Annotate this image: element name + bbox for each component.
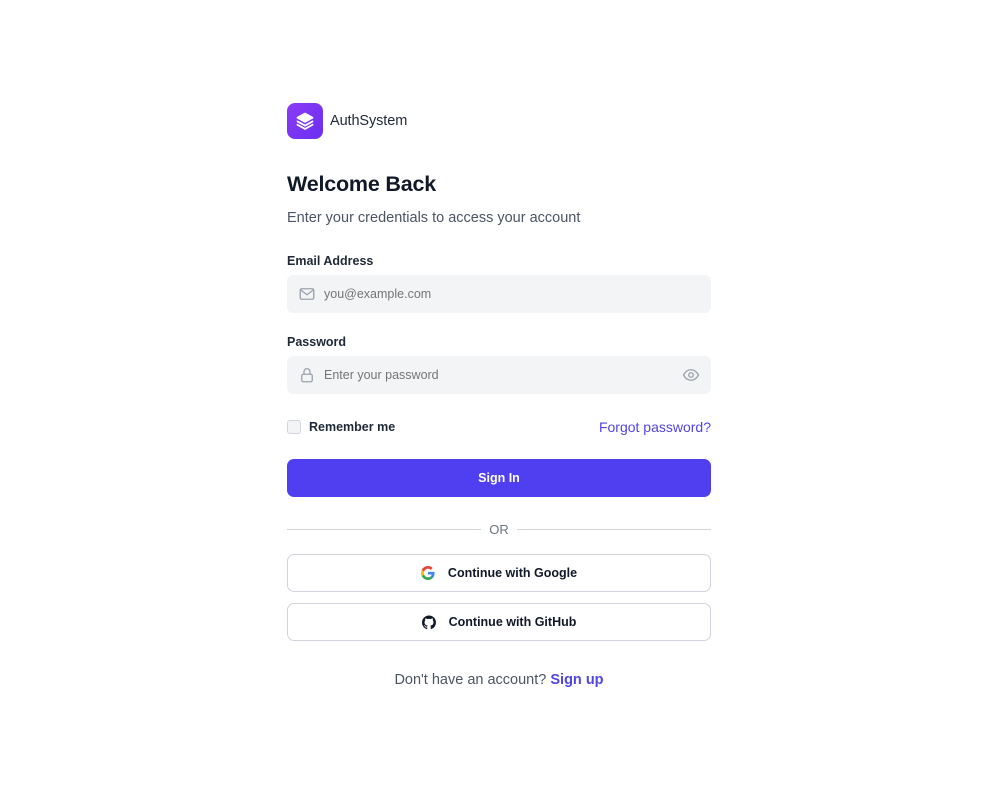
signup-prompt: Don't have an account? Sign up xyxy=(287,672,711,688)
continue-with-github-button[interactable]: Continue with GitHub xyxy=(287,603,711,641)
divider-line-left xyxy=(287,528,482,530)
signup-prompt-text: Don't have an account? xyxy=(394,672,547,688)
form-options: Remember me Forgot password? xyxy=(287,418,711,436)
page-subtitle: Enter your credentials to access your ac… xyxy=(287,210,581,226)
password-input[interactable] xyxy=(324,368,682,382)
layers-icon xyxy=(287,103,323,139)
remember-checkbox[interactable] xyxy=(287,420,301,434)
password-label: Password xyxy=(287,335,347,349)
eye-icon[interactable] xyxy=(682,366,700,384)
login-card: AuthSystem Welcome Back Enter your crede… xyxy=(287,103,711,688)
brand: AuthSystem xyxy=(287,103,711,139)
google-button-label: Continue with Google xyxy=(447,566,578,580)
divider-line-right xyxy=(516,528,711,530)
divider-label: OR xyxy=(489,521,509,537)
mail-icon xyxy=(298,285,316,303)
brand-name: AuthSystem xyxy=(330,113,408,129)
remember-me[interactable]: Remember me xyxy=(287,420,395,434)
or-divider: OR xyxy=(287,521,711,537)
continue-with-google-button[interactable]: Continue with Google xyxy=(287,554,711,592)
email-input[interactable] xyxy=(324,287,700,301)
sign-up-link[interactable]: Sign up xyxy=(550,672,603,688)
github-button-label: Continue with GitHub xyxy=(448,615,577,629)
page-title: Welcome Back xyxy=(287,172,436,196)
github-icon xyxy=(421,615,436,629)
remember-label: Remember me xyxy=(309,420,396,434)
password-field[interactable] xyxy=(287,356,711,394)
lock-icon xyxy=(298,366,316,384)
google-icon xyxy=(420,566,435,580)
sign-in-button[interactable]: Sign In xyxy=(287,459,711,497)
forgot-password-link[interactable]: Forgot password? xyxy=(599,419,711,435)
email-field[interactable] xyxy=(287,275,711,313)
email-label: Email Address xyxy=(287,254,374,268)
